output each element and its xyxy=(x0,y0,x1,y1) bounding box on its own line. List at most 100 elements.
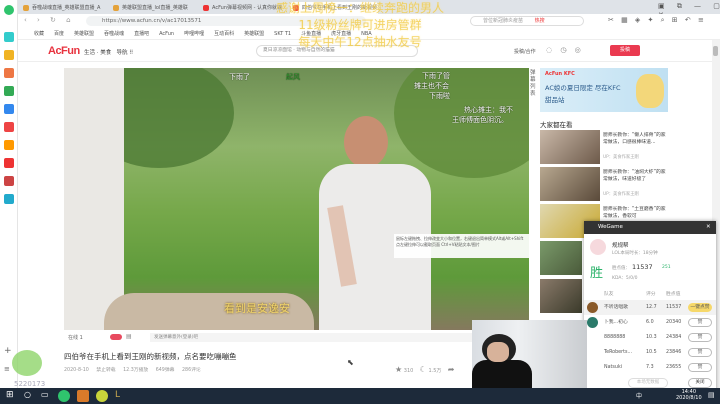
rec-title: 厨师长教你：“懒人排骨”的家常做法，口感很棒味道... xyxy=(603,133,666,145)
rec-thumbnail xyxy=(540,130,600,164)
share-icon[interactable]: ➦ xyxy=(448,365,455,374)
rating: 12.7 xyxy=(646,305,657,310)
close-button[interactable]: 关闭 xyxy=(688,378,712,388)
app-taskbar-icon[interactable] xyxy=(77,390,89,402)
favorites-icon[interactable] xyxy=(4,50,14,60)
danmaku-settings-icon[interactable]: ▤ xyxy=(126,333,132,340)
points: 23846 xyxy=(666,350,682,355)
danmaku: 摊主也不会 xyxy=(414,82,449,90)
publish-date: 2020-8-10 xyxy=(64,368,89,373)
danmaku: 下雨啦 xyxy=(429,92,450,100)
like-button[interactable]: 赞 xyxy=(688,363,712,372)
player-name: 规规帮 xyxy=(612,243,629,249)
score-delta: 251 xyxy=(662,265,671,270)
sidebar-app-icon[interactable] xyxy=(4,122,14,132)
nav-menu[interactable]: 导航 xyxy=(117,50,128,56)
danmaku-count: 649弹幕 xyxy=(155,368,175,373)
contribute-link[interactable]: 投稿/合作 xyxy=(514,48,536,55)
task-view-icon[interactable]: ▭ xyxy=(41,390,49,399)
rec-item[interactable]: 厨师长教你：“油焖大虾”的家常做法，味道好极了 UP：美食作家王刚 xyxy=(540,167,670,201)
bookmark[interactable]: 直播吧 xyxy=(134,31,149,37)
match-duration: LOL本局时长：18分钟 xyxy=(612,251,658,256)
overlay-line: 11级粉丝牌可进房管群 xyxy=(298,18,422,32)
ime-indicator[interactable]: 中 xyxy=(636,391,642,400)
sidebar-app-icon[interactable] xyxy=(4,194,14,204)
ad-text: AC娘の夏日限定 尽在KFC甜品站 xyxy=(545,84,621,104)
sidebar-app-icon[interactable] xyxy=(4,140,14,150)
no-data-button[interactable]: 本场无数据 xyxy=(628,378,668,388)
windows-start-icon[interactable]: ⊞ xyxy=(6,390,14,400)
lol-taskbar-icon[interactable]: L xyxy=(115,390,120,400)
points: 23655 xyxy=(666,365,682,370)
bookmark[interactable]: 互动百科 xyxy=(214,31,234,37)
sidebar-app-icon[interactable] xyxy=(4,176,14,186)
rec-thumbnail[interactable] xyxy=(540,241,582,275)
toolbar-icons[interactable]: ✂ ▦ ◈ ✦ ⌕ ⊞ ↶ ≡ xyxy=(608,16,704,25)
danmaku-list-toggle[interactable]: 弹幕列表 xyxy=(530,70,538,98)
teammate-name: 8888888 xyxy=(604,335,626,340)
clock[interactable]: 14:40 2020/8/10 xyxy=(676,389,702,401)
tab[interactable]: 吞噬战魂直播_英雄联盟直播_A xyxy=(20,2,108,14)
table-header: 队友 评分 胜点值 xyxy=(584,290,716,300)
cortana-icon[interactable]: ○ xyxy=(24,390,31,399)
like-button[interactable]: 赞 xyxy=(688,333,712,342)
danmaku-toggle[interactable] xyxy=(110,334,122,340)
bookmark[interactable]: 吞噬战魂 xyxy=(104,31,124,37)
like-icon: ★ xyxy=(395,365,403,374)
rec-item[interactable]: 厨师长教你：“懒人排骨”的家常做法，口感很棒味道... UP：美食作家王刚 xyxy=(540,130,670,164)
upload-button[interactable]: 投稿 xyxy=(610,45,640,56)
browser-logo-icon xyxy=(4,5,14,15)
table-row: 8888888 10.3 24384 赞 xyxy=(584,330,716,345)
close-icon[interactable]: ✕ xyxy=(706,221,711,234)
col-header: 队友 xyxy=(604,292,614,297)
header-icons[interactable]: ◌ ◷ ◎ xyxy=(546,46,581,54)
kfc-ad-banner[interactable]: AcFun KFC AC娘の夏日限定 尽在KFC甜品站 xyxy=(540,68,668,112)
notification-icon[interactable]: ▤ xyxy=(708,391,715,399)
like-button[interactable]: 赞 xyxy=(688,348,712,357)
bookmark[interactable]: 百度 xyxy=(54,31,64,37)
score-label: 胜点值： xyxy=(612,266,630,271)
sidebar-app-icon[interactable] xyxy=(4,104,14,114)
banana-button[interactable]: ☾ 1.5万 xyxy=(420,365,442,374)
sidebar-app-icon[interactable] xyxy=(4,86,14,96)
rec-up: UP：美食作家王刚 xyxy=(603,155,639,160)
overlay-line: 每天中午12点抽水友号 xyxy=(298,35,422,49)
col-header: 胜点值 xyxy=(666,292,681,297)
like-all-button[interactable]: 一键点赞 xyxy=(688,303,712,312)
old-man-figure xyxy=(314,116,444,330)
browser-search-input[interactable]: 曾位新冠肺炎疫苗 热搜 xyxy=(470,16,584,26)
table-row: TeRoberts... 10.5 23846 赞 xyxy=(584,345,716,360)
bookmark[interactable]: 哔哩哔哩 xyxy=(184,31,204,37)
stream-overlay-text: 感谢上周榜一：继续奔跑的男人 11级粉丝牌可进房管群 每天中午12点抽水友号 xyxy=(250,0,470,51)
nav-category[interactable]: 生活 · 美食 xyxy=(84,50,111,56)
weibo-icon[interactable] xyxy=(4,68,14,78)
add-icon[interactable]: + xyxy=(4,346,14,356)
acfun-logo[interactable]: AcFun xyxy=(48,45,80,57)
video-actions: ★ 310 ☾ 1.5万 ➦ xyxy=(395,365,454,374)
kda: KDA：5/0/0 xyxy=(612,276,638,281)
bookmark[interactable]: 英雄联盟 xyxy=(74,31,94,37)
teammate-name: 不听话唱歌 xyxy=(604,305,628,310)
app-taskbar-icon[interactable] xyxy=(96,390,108,402)
like-button[interactable]: 赞 xyxy=(688,318,712,327)
site-nav: 生活 · 美食 导航 ⠿ xyxy=(84,50,134,56)
tab[interactable]: 英雄联盟直播_lol直播_英雄联 xyxy=(110,2,198,14)
rec-thumbnail[interactable] xyxy=(540,279,582,313)
bookmark[interactable]: AcFun xyxy=(159,31,174,37)
taskbar: ⊞ ○ ▭ L 中 14:40 2020/8/10 ▤ xyxy=(0,388,720,404)
nav-buttons[interactable]: ‹ › ↻ ⌂ xyxy=(24,16,71,24)
sidebar-app-icon[interactable] xyxy=(4,158,14,168)
table-row: 卜我...初心 6.0 20340 赞 xyxy=(584,315,716,330)
teammate-name: TeRoberts... xyxy=(604,350,633,355)
rec-up: UP：美食作家王刚 xyxy=(603,192,639,197)
wegame-title: WeGame xyxy=(598,224,623,230)
video-meta: 2020-8-10 禁止转载 12.3万播放 649弹幕 286评论 xyxy=(64,366,201,373)
like-button[interactable]: ★ 310 xyxy=(395,365,413,374)
sidebar-app-icon[interactable] xyxy=(4,32,14,42)
tab-label: 英雄联盟直播_lol直播_英雄联 xyxy=(122,5,188,11)
bookmark[interactable]: 收藏 xyxy=(34,31,44,37)
video-player[interactable]: 下雨了 起风 下雨了管 摊主也不会 下雨啦 热心摊主：我不 王师傅面色阴沉。 看… xyxy=(64,68,529,330)
teammate-name: 卜我...初心 xyxy=(604,320,628,325)
stream-counter: 5220173 xyxy=(14,380,46,388)
browser-taskbar-icon[interactable] xyxy=(58,390,70,402)
